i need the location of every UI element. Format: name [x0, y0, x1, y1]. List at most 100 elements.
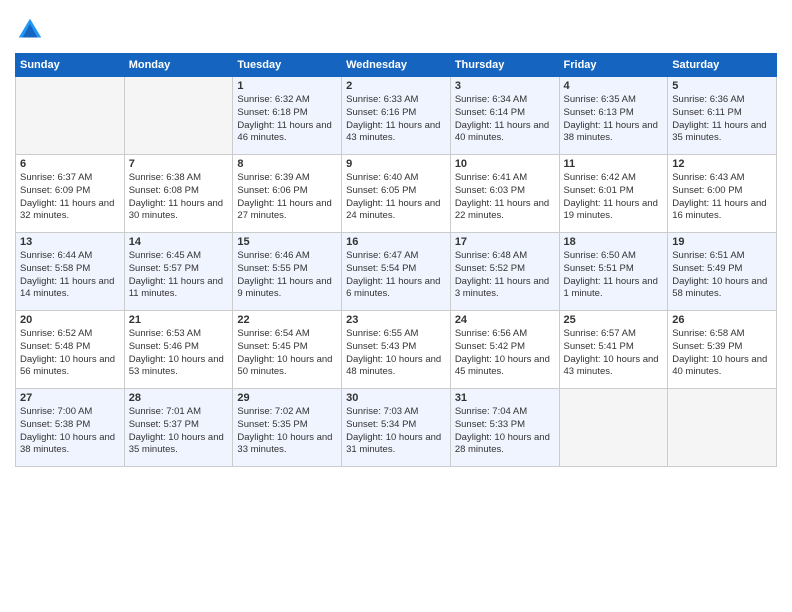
day-number: 5 — [672, 80, 772, 92]
calendar-cell: 9 Sunrise: 6:40 AM Sunset: 6:05 PM Daylig… — [342, 155, 451, 233]
day-info: Sunrise: 6:35 AM Sunset: 6:13 PM Dayligh… — [564, 94, 664, 145]
day-header-wednesday: Wednesday — [342, 54, 451, 77]
calendar-cell: 20Sunrise: 6:52 AM Sunset: 5:48 PM Dayli… — [16, 311, 125, 389]
calendar-cell: 11 Sunrise: 6:42 AM Sunset: 6:01 PM Dayli… — [559, 155, 668, 233]
day-number: 14 — [129, 236, 229, 248]
calendar-cell: 25 Sunrise: 6:57 AM Sunset: 5:41 PM Dayli… — [559, 311, 668, 389]
calendar-cell — [124, 77, 233, 155]
logo — [15, 15, 49, 45]
day-number: 27 — [20, 392, 120, 404]
calendar-cell — [16, 77, 125, 155]
day-info: Sunrise: 6:36 AM Sunset: 6:11 PM Dayligh… — [672, 94, 772, 145]
calendar-cell: 12 Sunrise: 6:43 AM Sunset: 6:00 PM Dayli… — [668, 155, 777, 233]
day-header-friday: Friday — [559, 54, 668, 77]
day-info: Sunrise: 6:40 AM Sunset: 6:05 PM Dayligh… — [346, 172, 446, 223]
day-info: Sunrise: 6:48 AM Sunset: 5:52 PM Dayligh… — [455, 250, 555, 301]
day-number: 22 — [237, 314, 337, 326]
day-number: 31 — [455, 392, 555, 404]
day-info: Sunrise: 6:45 AM Sunset: 5:57 PM Dayligh… — [129, 250, 229, 301]
day-info: Sunrise: 6:47 AM Sunset: 5:54 PM Dayligh… — [346, 250, 446, 301]
calendar-cell: 27 Sunrise: 7:00 AM Sunset: 5:38 PM Dayli… — [16, 389, 125, 467]
day-number: 2 — [346, 80, 446, 92]
calendar-cell: 5 Sunrise: 6:36 AM Sunset: 6:11 PM Daylig… — [668, 77, 777, 155]
header-row: SundayMondayTuesdayWednesdayThursdayFrid… — [16, 54, 777, 77]
calendar-cell: 2 Sunrise: 6:33 AM Sunset: 6:16 PM Daylig… — [342, 77, 451, 155]
calendar-table: SundayMondayTuesdayWednesdayThursdayFrid… — [15, 53, 777, 467]
calendar-cell: 3Sunrise: 6:34 AM Sunset: 6:14 PM Daylig… — [450, 77, 559, 155]
calendar-cell: 21 Sunrise: 6:53 AM Sunset: 5:46 PM Dayli… — [124, 311, 233, 389]
day-info: Sunrise: 6:43 AM Sunset: 6:00 PM Dayligh… — [672, 172, 772, 223]
day-number: 29 — [237, 392, 337, 404]
day-header-monday: Monday — [124, 54, 233, 77]
day-info: Sunrise: 7:00 AM Sunset: 5:38 PM Dayligh… — [20, 406, 120, 457]
day-info: Sunrise: 6:57 AM Sunset: 5:41 PM Dayligh… — [564, 328, 664, 379]
calendar-cell: 10Sunrise: 6:41 AM Sunset: 6:03 PM Dayli… — [450, 155, 559, 233]
calendar-cell: 7 Sunrise: 6:38 AM Sunset: 6:08 PM Daylig… — [124, 155, 233, 233]
calendar-body: 1Sunrise: 6:32 AM Sunset: 6:18 PM Daylig… — [16, 77, 777, 467]
calendar-cell: 1Sunrise: 6:32 AM Sunset: 6:18 PM Daylig… — [233, 77, 342, 155]
day-number: 20 — [20, 314, 120, 326]
day-number: 24 — [455, 314, 555, 326]
day-info: Sunrise: 6:32 AM Sunset: 6:18 PM Dayligh… — [237, 94, 337, 145]
day-number: 12 — [672, 158, 772, 170]
day-number: 9 — [346, 158, 446, 170]
day-number: 16 — [346, 236, 446, 248]
calendar-cell: 24Sunrise: 6:56 AM Sunset: 5:42 PM Dayli… — [450, 311, 559, 389]
calendar-cell — [668, 389, 777, 467]
week-row-4: 20Sunrise: 6:52 AM Sunset: 5:48 PM Dayli… — [16, 311, 777, 389]
calendar-cell: 30 Sunrise: 7:03 AM Sunset: 5:34 PM Dayli… — [342, 389, 451, 467]
day-info: Sunrise: 6:42 AM Sunset: 6:01 PM Dayligh… — [564, 172, 664, 223]
day-header-tuesday: Tuesday — [233, 54, 342, 77]
day-number: 6 — [20, 158, 120, 170]
day-number: 19 — [672, 236, 772, 248]
page: SundayMondayTuesdayWednesdayThursdayFrid… — [0, 0, 792, 612]
calendar-cell: 15 Sunrise: 6:46 AM Sunset: 5:55 PM Dayli… — [233, 233, 342, 311]
day-info: Sunrise: 6:33 AM Sunset: 6:16 PM Dayligh… — [346, 94, 446, 145]
day-info: Sunrise: 7:03 AM Sunset: 5:34 PM Dayligh… — [346, 406, 446, 457]
day-info: Sunrise: 6:39 AM Sunset: 6:06 PM Dayligh… — [237, 172, 337, 223]
day-info: Sunrise: 6:38 AM Sunset: 6:08 PM Dayligh… — [129, 172, 229, 223]
day-number: 21 — [129, 314, 229, 326]
day-info: Sunrise: 7:02 AM Sunset: 5:35 PM Dayligh… — [237, 406, 337, 457]
day-info: Sunrise: 6:55 AM Sunset: 5:43 PM Dayligh… — [346, 328, 446, 379]
week-row-5: 27 Sunrise: 7:00 AM Sunset: 5:38 PM Dayli… — [16, 389, 777, 467]
week-row-1: 1Sunrise: 6:32 AM Sunset: 6:18 PM Daylig… — [16, 77, 777, 155]
day-number: 30 — [346, 392, 446, 404]
day-info: Sunrise: 7:01 AM Sunset: 5:37 PM Dayligh… — [129, 406, 229, 457]
calendar-cell: 23 Sunrise: 6:55 AM Sunset: 5:43 PM Dayli… — [342, 311, 451, 389]
calendar-cell: 8 Sunrise: 6:39 AM Sunset: 6:06 PM Daylig… — [233, 155, 342, 233]
calendar-cell — [559, 389, 668, 467]
day-number: 28 — [129, 392, 229, 404]
day-number: 7 — [129, 158, 229, 170]
day-info: Sunrise: 6:44 AM Sunset: 5:58 PM Dayligh… — [20, 250, 120, 301]
day-info: Sunrise: 6:46 AM Sunset: 5:55 PM Dayligh… — [237, 250, 337, 301]
calendar-cell: 14 Sunrise: 6:45 AM Sunset: 5:57 PM Dayli… — [124, 233, 233, 311]
day-header-thursday: Thursday — [450, 54, 559, 77]
day-number: 25 — [564, 314, 664, 326]
day-number: 23 — [346, 314, 446, 326]
day-info: Sunrise: 6:37 AM Sunset: 6:09 PM Dayligh… — [20, 172, 120, 223]
calendar-cell: 16 Sunrise: 6:47 AM Sunset: 5:54 PM Dayli… — [342, 233, 451, 311]
calendar-cell: 19 Sunrise: 6:51 AM Sunset: 5:49 PM Dayli… — [668, 233, 777, 311]
day-number: 18 — [564, 236, 664, 248]
calendar-cell: 29 Sunrise: 7:02 AM Sunset: 5:35 PM Dayli… — [233, 389, 342, 467]
day-info: Sunrise: 6:50 AM Sunset: 5:51 PM Dayligh… — [564, 250, 664, 301]
day-number: 17 — [455, 236, 555, 248]
calendar-cell: 31Sunrise: 7:04 AM Sunset: 5:33 PM Dayli… — [450, 389, 559, 467]
day-number: 3 — [455, 80, 555, 92]
day-info: Sunrise: 6:51 AM Sunset: 5:49 PM Dayligh… — [672, 250, 772, 301]
calendar-cell: 4Sunrise: 6:35 AM Sunset: 6:13 PM Daylig… — [559, 77, 668, 155]
day-number: 13 — [20, 236, 120, 248]
calendar-cell: 13 Sunrise: 6:44 AM Sunset: 5:58 PM Dayli… — [16, 233, 125, 311]
day-number: 8 — [237, 158, 337, 170]
calendar-cell: 28 Sunrise: 7:01 AM Sunset: 5:37 PM Dayli… — [124, 389, 233, 467]
calendar-cell: 6 Sunrise: 6:37 AM Sunset: 6:09 PM Daylig… — [16, 155, 125, 233]
day-header-saturday: Saturday — [668, 54, 777, 77]
day-number: 11 — [564, 158, 664, 170]
day-info: Sunrise: 6:54 AM Sunset: 5:45 PM Dayligh… — [237, 328, 337, 379]
day-info: Sunrise: 6:58 AM Sunset: 5:39 PM Dayligh… — [672, 328, 772, 379]
day-number: 10 — [455, 158, 555, 170]
day-header-sunday: Sunday — [16, 54, 125, 77]
day-info: Sunrise: 6:53 AM Sunset: 5:46 PM Dayligh… — [129, 328, 229, 379]
day-number: 15 — [237, 236, 337, 248]
